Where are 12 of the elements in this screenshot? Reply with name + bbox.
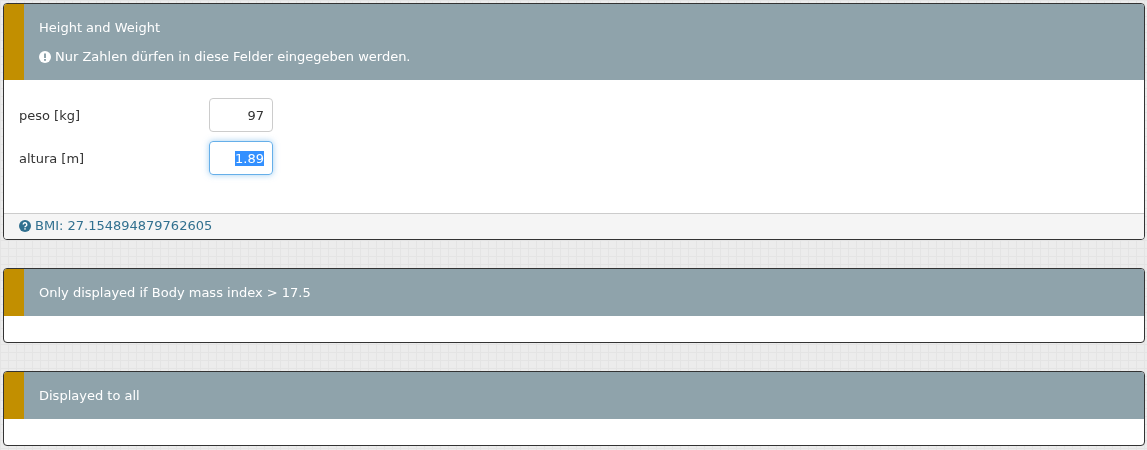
panel-title: Only displayed if Body mass index > 17.5 <box>39 285 311 300</box>
panel-title: Displayed to all <box>39 388 140 403</box>
accent-stripe <box>4 269 24 316</box>
field-label: altura [m] <box>19 150 86 166</box>
exclamation-icon <box>39 50 51 63</box>
notice-text: Nur Zahlen dürfen in diese Felder eingegeben werden. <box>55 49 411 64</box>
accent-stripe <box>4 372 24 419</box>
help-icon <box>19 219 31 232</box>
field-label: peso [kg] <box>19 107 82 123</box>
panel-title: Height and Weight <box>39 20 161 35</box>
number-field[interactable]: 97 <box>209 98 273 132</box>
bmi-text: BMI: 27.154894879762605 <box>35 218 213 233</box>
